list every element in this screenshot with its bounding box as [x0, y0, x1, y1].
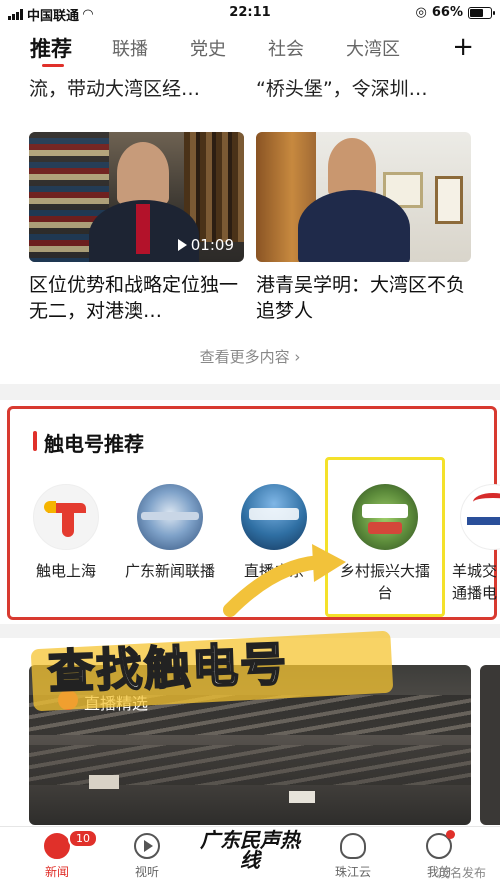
see-more-link[interactable]: 查看更多内容 ›	[0, 346, 500, 367]
nav-audiovisual[interactable]: 视听	[112, 833, 182, 880]
watermark: 茂名发布	[437, 866, 486, 880]
news-icon	[44, 833, 70, 859]
video-duration: 01:09	[177, 236, 234, 254]
tab-recommend[interactable]: 推荐	[30, 33, 72, 63]
account-logo	[137, 484, 203, 550]
section-marker	[33, 431, 37, 451]
video-title[interactable]: 港青吴学明：大湾区不负追梦人	[256, 272, 471, 324]
account-chudian-shanghai[interactable]: 触电上海	[16, 484, 116, 582]
status-bar: 中国联通 ◠ 22:11 ◎ 66%	[0, 0, 500, 26]
battery-percent: 66%	[431, 5, 463, 20]
battery-icon	[468, 6, 495, 19]
article-snippet[interactable]: “桥头堡”，令深圳…	[256, 74, 471, 101]
account-logo	[33, 484, 99, 550]
account-logo	[460, 484, 500, 550]
section-title: 触电号推荐	[44, 432, 144, 456]
play-icon	[134, 833, 160, 859]
cloud-icon	[340, 833, 366, 859]
tab-lianbo[interactable]: 联播	[112, 35, 148, 61]
account-guangdong-news[interactable]: 广东新闻联播	[120, 484, 220, 582]
add-channel-button[interactable]: +	[452, 32, 474, 62]
profile-icon	[426, 830, 455, 859]
notification-badge: 10	[68, 829, 98, 848]
nav-pearl-river-cloud[interactable]: 珠江云	[318, 833, 388, 880]
tab-party-history[interactable]: 党史	[190, 35, 226, 61]
tab-greater-bay[interactable]: 大湾区	[346, 35, 400, 61]
play-icon	[177, 239, 187, 251]
account-guangzhou-traffic[interactable]: 羊城交通播电	[440, 484, 500, 604]
section-divider	[0, 384, 500, 400]
speaker-face	[117, 142, 169, 204]
video-thumbnail[interactable]: 01:09	[29, 132, 244, 262]
annotation-arrow	[223, 544, 346, 617]
feed-thumbnail-next[interactable]	[480, 665, 500, 825]
speaker-suit	[298, 190, 410, 262]
account-logo	[352, 484, 418, 550]
chevron-right-icon: ›	[294, 348, 301, 366]
speaker-face	[328, 138, 376, 196]
rotation-lock-icon: ◎	[415, 5, 427, 20]
active-tab-indicator	[42, 64, 64, 67]
center-logo-button[interactable]: 广东民声热线	[195, 830, 305, 870]
tab-society[interactable]: 社会	[268, 35, 304, 61]
nav-news[interactable]: 新闻 10	[22, 829, 98, 880]
annotation-text: 查找触电号	[46, 636, 290, 700]
video-title[interactable]: 区位优势和战略定位独一无二，对港澳…	[29, 272, 244, 324]
channel-tabs: 推荐 联播 党史 社会 大湾区 +	[0, 26, 500, 70]
video-thumbnail[interactable]	[256, 132, 471, 262]
article-snippet[interactable]: 流，带动大湾区经…	[29, 74, 244, 101]
